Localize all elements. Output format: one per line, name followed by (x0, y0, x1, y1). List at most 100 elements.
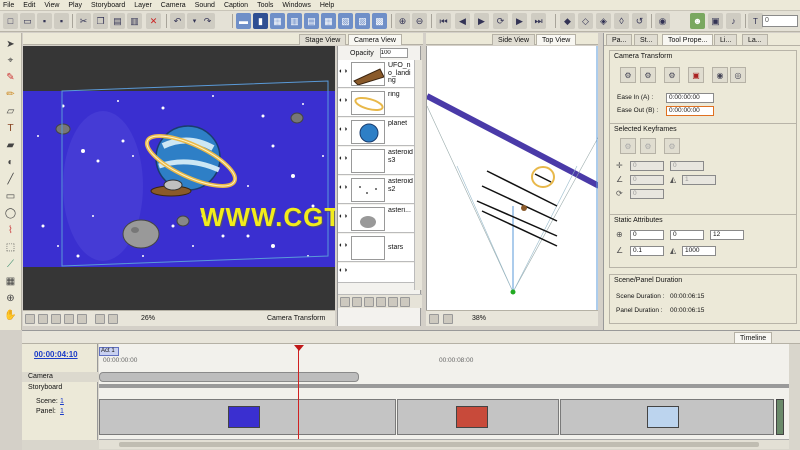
tab-camera-view[interactable]: Camera View (348, 34, 402, 45)
brush-tool-icon[interactable]: ✎ (3, 70, 18, 84)
pencil-tool-icon[interactable]: ✏ (3, 87, 18, 101)
menu-storyboard[interactable]: Storyboard (91, 2, 125, 9)
add-keyframe-icon[interactable]: ⚙ (620, 67, 636, 83)
add-vector-layer-icon[interactable] (352, 297, 362, 307)
sound-icon[interactable]: ♪ (726, 13, 741, 29)
next-frame-icon[interactable]: ▶ (512, 13, 527, 29)
grid-tool-icon[interactable]: ▦ (3, 274, 18, 288)
stage-view[interactable]: WWW.CGTSJ.COM (23, 46, 335, 310)
view-mode-2-icon[interactable]: ▮ (253, 13, 268, 29)
menu-camera[interactable]: Camera (161, 2, 186, 9)
new-file-icon[interactable]: □ (3, 13, 18, 29)
dropper-tool-icon[interactable]: ⟋ (3, 257, 18, 271)
layer-visibility-icon[interactable]: ◐◑ (339, 213, 349, 223)
view-mode-3-icon[interactable]: ▦ (270, 13, 285, 29)
keyframe-clear-icon[interactable]: ◊ (614, 13, 629, 29)
timeline-tracks[interactable]: Act 1 00:00:00:00 00:00:08:00 (99, 344, 789, 440)
view-mode-8-icon[interactable]: ▨ (355, 13, 370, 29)
layer-visibility-icon[interactable]: ◐◑ (339, 68, 349, 78)
polyline-tool-icon[interactable]: ⌇ (3, 223, 18, 237)
cut-icon[interactable]: ✂ (76, 13, 91, 29)
menu-edit[interactable]: Edit (23, 2, 35, 9)
zoom-out-icon[interactable]: ⊖ (412, 13, 427, 29)
menu-layer[interactable]: Layer (134, 2, 152, 9)
menu-file[interactable]: File (3, 2, 14, 9)
kf-rotation-field[interactable]: 0 (630, 189, 664, 199)
camera-reset-icon[interactable]: ◎ (730, 67, 746, 83)
timeline-timecode[interactable]: 00:00:04:10 (34, 350, 78, 359)
library-icon[interactable]: ▣ (708, 13, 723, 29)
layer-ring[interactable]: ◐◑ ring (338, 89, 414, 117)
view-mode-7-icon[interactable]: ▧ (338, 13, 353, 29)
paste-icon[interactable]: ▤ (110, 13, 125, 29)
layer-asteroids3[interactable]: ◐◑ asteroids3 (338, 147, 414, 175)
layer-extra[interactable]: ◐◑ (338, 263, 414, 283)
track-camera-header[interactable]: Camera (22, 372, 98, 382)
layer-visibility-icon[interactable]: ◐◑ (339, 184, 349, 194)
play-icon[interactable]: ▶ (474, 13, 489, 29)
layer-down-icon[interactable] (388, 297, 398, 307)
kf-y-field[interactable]: 0 (670, 161, 704, 171)
tab-side-view[interactable]: Side View (492, 34, 536, 45)
static-z-field[interactable]: 12 (710, 230, 744, 240)
frame-field[interactable]: 0 (762, 15, 798, 27)
grid-toggle-icon[interactable] (25, 314, 35, 324)
keyframe-add-icon[interactable]: ◆ (560, 13, 575, 29)
tab-tool-properties[interactable]: Tool Prope... (662, 34, 714, 45)
kf-x-field[interactable]: 0 (630, 161, 664, 171)
add-layer-icon[interactable] (340, 297, 350, 307)
menu-tools[interactable]: Tools (257, 2, 273, 9)
tab-li[interactable]: Li... (714, 34, 738, 45)
static-x-field[interactable]: 0 (630, 230, 664, 240)
camera-options-icon[interactable]: ◉ (712, 67, 728, 83)
transform-tool-icon[interactable]: ⬚ (3, 240, 18, 254)
end-marker[interactable] (776, 399, 784, 435)
layer-ufo[interactable]: ◐◑ UFO_no_landing (338, 60, 414, 88)
save-all-icon[interactable]: ▪ (54, 13, 69, 29)
paint-tool-icon[interactable]: ▰ (3, 138, 18, 152)
menu-help[interactable]: Help (320, 2, 334, 9)
layer-asteroids1[interactable]: ◐◑ asteri... (338, 205, 414, 233)
tab-stage-view[interactable]: Stage View (299, 34, 347, 45)
top-view-reset-icon[interactable] (443, 314, 453, 324)
menu-windows[interactable]: Windows (282, 2, 310, 9)
tab-timeline[interactable]: Timeline (734, 332, 773, 343)
open-folder-icon[interactable]: ▭ (20, 13, 35, 29)
text-tool-icon-2[interactable]: T (3, 121, 18, 135)
static-fov-field[interactable]: 1000 (682, 246, 716, 256)
rotate-view-icon[interactable] (95, 314, 105, 324)
kf-scale-field[interactable]: 1 (682, 175, 716, 185)
keyframe-prev-icon[interactable]: ⚙ (620, 138, 636, 154)
panel-number[interactable]: 1 (60, 408, 64, 415)
layer-visibility-icon[interactable]: ◐◑ (339, 126, 349, 136)
layer-planet[interactable]: ◐◑ planet (338, 118, 414, 146)
ease-in-field[interactable]: 0:00:00:00 (666, 93, 714, 103)
layer-up-icon[interactable] (376, 297, 386, 307)
panel-clip-2[interactable] (397, 399, 559, 435)
preview-icon[interactable] (77, 314, 87, 324)
timeline-playhead[interactable] (298, 349, 299, 439)
layer-visibility-icon[interactable]: ◐◑ (339, 155, 349, 165)
character-icon[interactable]: ☻ (690, 13, 705, 29)
line-tool-icon[interactable]: ╱ (3, 172, 18, 186)
first-frame-icon[interactable]: ⏮ (436, 13, 451, 29)
zoom-in-icon[interactable]: ⊕ (395, 13, 410, 29)
panel-clip-1[interactable] (99, 399, 396, 435)
set-keyframe-icon[interactable]: ⚙ (664, 67, 680, 83)
top-view-canvas[interactable] (426, 46, 598, 310)
tab-st[interactable]: St... (634, 34, 659, 45)
tab-la[interactable]: La... (742, 34, 768, 45)
view-mode-4-icon[interactable]: ▥ (287, 13, 302, 29)
zoom-tool-icon[interactable]: ⊕ (3, 291, 18, 305)
keyframe-next-icon[interactable]: ⚙ (640, 138, 656, 154)
menu-view[interactable]: View (44, 2, 59, 9)
copy-icon[interactable]: ❐ (93, 13, 108, 29)
onion-skin-icon[interactable] (64, 314, 74, 324)
last-frame-icon[interactable]: ⏭ (531, 13, 546, 29)
playhead-handle-icon[interactable] (294, 345, 304, 351)
act-marker[interactable]: Act 1 (99, 347, 119, 356)
static-angle-field[interactable]: 0.1 (630, 246, 664, 256)
keyframe-set-icon[interactable]: ◈ (596, 13, 611, 29)
remove-keyframe-icon[interactable]: ⚙ (640, 67, 656, 83)
hand-tool-icon[interactable]: ✋ (3, 308, 18, 322)
